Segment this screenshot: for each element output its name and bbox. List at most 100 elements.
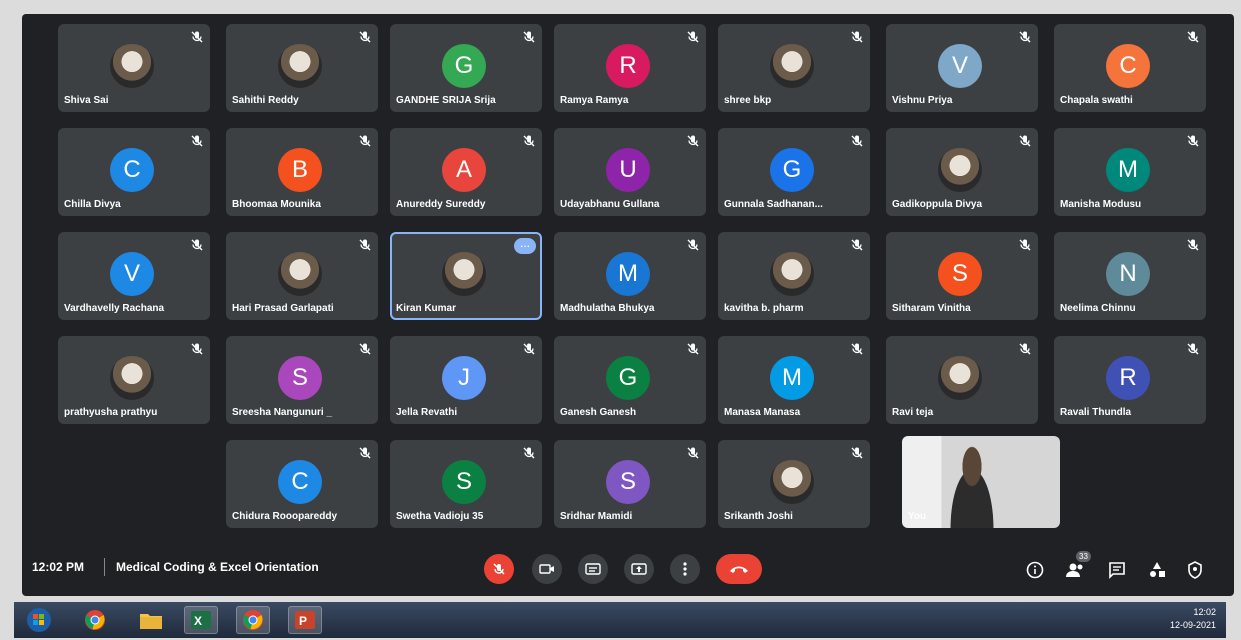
participant-tile[interactable]: G Ganesh Ganesh [554, 336, 706, 424]
mic-off-icon [493, 563, 505, 575]
participant-name: Ravali Thundla [1060, 407, 1132, 418]
chrome-icon [243, 610, 263, 630]
muted-mic-icon [1186, 30, 1200, 44]
clock-time: 12:02 [1193, 607, 1216, 617]
participant-tile[interactable]: M Madhulatha Bhukya [554, 232, 706, 320]
participant-tile[interactable]: M Manasa Manasa [718, 336, 870, 424]
camera-toggle-button[interactable] [532, 554, 562, 584]
show-everyone-button[interactable]: 33 [1062, 551, 1091, 583]
camera-icon [539, 564, 554, 574]
participant-tile[interactable]: Hari Prasad Garlapati [226, 232, 378, 320]
participant-name: Sahithi Reddy [232, 95, 299, 106]
participant-tile[interactable]: N Neelima Chinnu [1054, 232, 1206, 320]
participant-name: Shiva Sai [64, 95, 109, 106]
taskbar-file-explorer[interactable] [134, 606, 168, 634]
participant-avatar: U [606, 148, 650, 192]
participant-tile[interactable]: Shiva Sai [58, 24, 210, 112]
participant-name: Vardhavelly Rachana [64, 303, 165, 314]
meeting-details-button[interactable] [1022, 557, 1048, 583]
participant-avatar: V [938, 44, 982, 88]
muted-mic-icon [358, 446, 372, 460]
participant-tile[interactable]: prathyusha prathyu [58, 336, 210, 424]
leave-call-button[interactable] [716, 554, 762, 584]
participant-tile[interactable]: V Vishnu Priya [886, 24, 1038, 112]
participant-avatar: R [1106, 356, 1150, 400]
participant-name: Madhulatha Bhukya [560, 303, 655, 314]
participant-avatar: N [1106, 252, 1150, 296]
muted-mic-icon [190, 30, 204, 44]
participant-tile[interactable]: R Ramya Ramya [554, 24, 706, 112]
participant-tile[interactable]: S Sreesha Nangunuri _ [226, 336, 378, 424]
participant-tile[interactable]: Ravi teja [886, 336, 1038, 424]
participant-tile[interactable]: Sahithi Reddy [226, 24, 378, 112]
self-video [942, 446, 1002, 528]
participant-tile[interactable]: G GANDHE SRIJA Srija [390, 24, 542, 112]
file-explorer-icon [140, 614, 162, 629]
participant-avatar: S [606, 460, 650, 504]
activities-button[interactable] [1144, 557, 1170, 583]
participant-name: prathyusha prathyu [64, 407, 158, 418]
muted-mic-icon [850, 342, 864, 356]
mic-toggle-button[interactable] [484, 554, 514, 584]
muted-mic-icon [850, 134, 864, 148]
muted-mic-icon [1018, 30, 1032, 44]
participant-name: Swetha Vadioju 35 [396, 511, 484, 522]
muted-mic-icon [1018, 342, 1032, 356]
participant-avatar: S [938, 252, 982, 296]
taskbar-chrome-pinned[interactable] [78, 606, 112, 634]
system-tray[interactable]: 12:02 12-09-2021 [1170, 606, 1216, 632]
chrome-icon [85, 610, 105, 630]
chat-button[interactable] [1104, 557, 1130, 583]
participant-name: Bhoomaa Mounika [232, 199, 321, 210]
participant-avatar: B [278, 148, 322, 192]
participant-tile[interactable]: V Vardhavelly Rachana [58, 232, 210, 320]
participant-tile[interactable]: shree bkp [718, 24, 870, 112]
participant-tile[interactable]: R Ravali Thundla [1054, 336, 1206, 424]
participant-tile[interactable]: C Chidura Rooopareddy [226, 440, 378, 528]
participant-tile[interactable]: S Sridhar Mamidi [554, 440, 706, 528]
participant-tile[interactable]: B Bhoomaa Mounika [226, 128, 378, 216]
participant-tile[interactable]: S Swetha Vadioju 35 [390, 440, 542, 528]
host-controls-button[interactable] [1182, 557, 1208, 583]
captions-button[interactable] [578, 554, 608, 584]
participant-tile[interactable]: M Manisha Modusu [1054, 128, 1206, 216]
participant-photo [770, 44, 814, 88]
participant-avatar: J [442, 356, 486, 400]
participant-tile[interactable]: Kiran Kumar... [390, 232, 542, 320]
participant-tile[interactable]: U Udayabhanu Gullana [554, 128, 706, 216]
more-options-button[interactable] [670, 554, 700, 584]
start-button[interactable] [22, 606, 56, 634]
participant-tile[interactable]: C Chapala swathi [1054, 24, 1206, 112]
self-view-label: You [908, 511, 927, 522]
muted-mic-icon [190, 342, 204, 356]
muted-mic-icon [850, 30, 864, 44]
participant-tile[interactable]: A Anureddy Sureddy [390, 128, 542, 216]
tile-options-button[interactable]: ... [514, 237, 536, 254]
self-view-tile[interactable]: You [902, 436, 1060, 528]
participant-avatar: G [442, 44, 486, 88]
participant-tile[interactable]: G Gunnala Sadhanan... [718, 128, 870, 216]
muted-mic-icon [1018, 134, 1032, 148]
participant-name: Srikanth Joshi [724, 511, 793, 522]
participant-tile[interactable]: Gadikoppula Divya [886, 128, 1038, 216]
muted-mic-icon [190, 134, 204, 148]
participant-name: Kiran Kumar [396, 303, 457, 314]
participant-name: Jella Revathi [396, 407, 458, 418]
participant-tile[interactable]: J Jella Revathi [390, 336, 542, 424]
participant-tile[interactable]: Srikanth Joshi [718, 440, 870, 528]
participant-tile[interactable]: S Sitharam Vinitha [886, 232, 1038, 320]
muted-mic-icon [1186, 342, 1200, 356]
participant-name: shree bkp [724, 95, 772, 106]
participant-tile[interactable]: C Chilla Divya [58, 128, 210, 216]
participant-tile[interactable]: kavitha b. pharm [718, 232, 870, 320]
present-now-button[interactable] [624, 554, 654, 584]
participant-name: Hari Prasad Garlapati [232, 303, 334, 314]
taskbar-excel[interactable]: X [184, 606, 218, 634]
participant-name: GANDHE SRIJA Srija [396, 95, 496, 106]
meeting-title: Medical Coding & Excel Orientation [116, 560, 319, 574]
taskbar-chrome-active[interactable] [236, 606, 270, 634]
participant-avatar: S [442, 460, 486, 504]
taskbar-powerpoint[interactable]: P [288, 606, 322, 634]
participant-name: Manisha Modusu [1060, 199, 1142, 210]
participant-avatar: R [606, 44, 650, 88]
